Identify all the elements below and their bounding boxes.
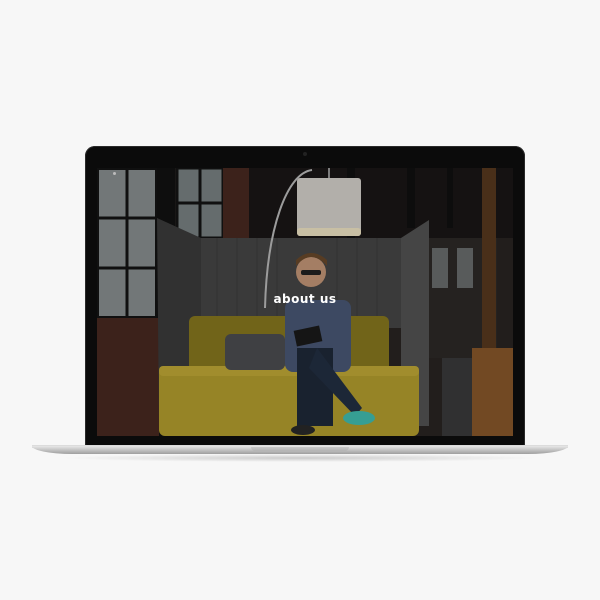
hero-title: about us: [273, 292, 337, 306]
laptop-mockup: about us: [0, 0, 600, 600]
camera-icon: [303, 152, 307, 156]
menu-dot-icon[interactable]: [113, 172, 116, 175]
laptop-screen: about us: [97, 168, 513, 436]
laptop-bezel: about us: [85, 146, 525, 446]
laptop-opening-notch: [251, 447, 349, 451]
laptop-shadow: [60, 454, 540, 462]
